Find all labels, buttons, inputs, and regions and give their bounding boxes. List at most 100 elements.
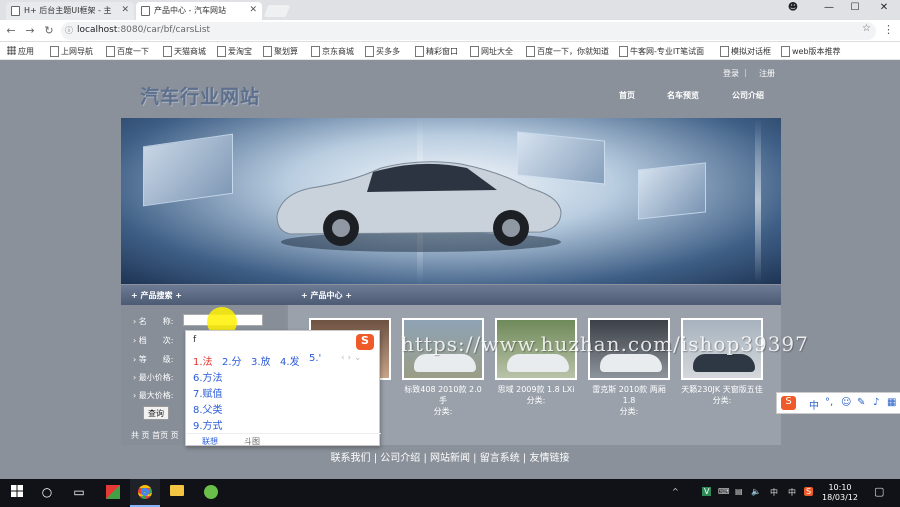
- bookmark-item[interactable]: 模拟对话框: [719, 46, 771, 57]
- url-host: localhost: [77, 25, 118, 35]
- app-leaf-icon[interactable]: [196, 479, 226, 507]
- chassis-panel: [143, 133, 233, 207]
- bookmark-item[interactable]: 网址大全: [469, 46, 513, 57]
- grade-label: › 档 次:: [133, 336, 174, 345]
- pen-icon[interactable]: ✎: [857, 397, 865, 408]
- keyboard-icon[interactable]: ⌨: [718, 487, 730, 496]
- input-language[interactable]: 中: [788, 487, 796, 498]
- menu-icon[interactable]: ⋮: [883, 23, 894, 36]
- chinese-mode-icon[interactable]: 中: [809, 397, 819, 412]
- ime-candidate[interactable]: 9.方式: [193, 417, 223, 432]
- ime-page-nav[interactable]: ‹ › ⌄: [341, 353, 361, 363]
- bookmark-star-icon[interactable]: ☆: [862, 23, 871, 34]
- back-icon[interactable]: ←: [4, 24, 18, 37]
- file-explorer-icon[interactable]: [162, 479, 192, 507]
- product-name[interactable]: 思域 2009款 1.8 LXi 分类:: [495, 384, 577, 406]
- system-clock[interactable]: 10:10 18/03/12: [820, 483, 860, 503]
- windows-start-icon[interactable]: [2, 479, 32, 507]
- info-icon[interactable]: ⓘ: [65, 25, 73, 36]
- sedan-car-image: [276, 161, 562, 252]
- nav-car-preview[interactable]: 名车预览: [667, 90, 699, 101]
- forward-icon[interactable]: →: [23, 24, 37, 37]
- sogou-icon[interactable]: S: [781, 396, 796, 410]
- bookmark-item[interactable]: 上网导航: [49, 46, 93, 57]
- bookmarks-bar: 应用 上网导航 百度一下 天猫商城 爱淘宝 聚划算 京东商城 买多多 精彩窗口 …: [0, 42, 900, 60]
- task-view-icon[interactable]: ▭: [64, 479, 94, 507]
- hero-banner: [121, 118, 781, 284]
- ime-candidate[interactable]: 4.发: [280, 353, 300, 368]
- bookmark-item[interactable]: 京东商城: [310, 46, 354, 57]
- clock-date: 18/03/12: [822, 493, 858, 502]
- account-icon[interactable]: ☻: [782, 2, 804, 13]
- level-label: › 等 级:: [133, 355, 174, 364]
- close-window-button[interactable]: ✕: [873, 2, 895, 13]
- maximize-button[interactable]: ☐: [844, 2, 866, 13]
- min-price-label: › 最小价格:: [133, 373, 174, 382]
- punctuation-icon[interactable]: °,: [825, 397, 833, 408]
- ime-candidate[interactable]: 8.父类: [193, 401, 223, 416]
- tray-chevron-icon[interactable]: ^: [672, 487, 679, 496]
- sogou-tray-icon[interactable]: S: [804, 487, 814, 496]
- site-logo[interactable]: 汽车行业网站: [140, 82, 260, 109]
- url-input[interactable]: ⓘ localhost:8080/car/bf/carsList: [61, 22, 876, 40]
- ime-candidate[interactable]: 2.分: [222, 353, 242, 368]
- bookmark-item[interactable]: 精彩窗口: [414, 46, 458, 57]
- product-name[interactable]: 天籁230JK 天窗版五佳 分类:: [681, 384, 763, 406]
- register-link[interactable]: 注册: [759, 68, 775, 79]
- separator: |: [744, 68, 747, 77]
- nav-company[interactable]: 公司介绍: [732, 90, 764, 101]
- ime-candidate[interactable]: 5.': [309, 353, 321, 364]
- new-tab-button[interactable]: [263, 5, 291, 17]
- page-icon: [11, 6, 20, 16]
- chrome-icon[interactable]: [130, 479, 160, 507]
- section-products-title: + 产品中心 +: [301, 291, 352, 300]
- ime-tab-suggest[interactable]: 联想: [202, 436, 218, 447]
- bookmark-item[interactable]: 聚划算: [262, 46, 298, 57]
- notification-icon[interactable]: ▢: [874, 485, 884, 498]
- page-icon: [141, 6, 150, 16]
- bookmark-item[interactable]: 百度一下，你就知道: [525, 46, 609, 57]
- section-search-title: + 产品搜索 +: [131, 291, 182, 300]
- app-icon[interactable]: [98, 479, 128, 507]
- close-icon[interactable]: ✕: [121, 5, 129, 15]
- reload-icon[interactable]: ↻: [42, 24, 56, 37]
- grid-icon[interactable]: ▦: [887, 397, 896, 408]
- close-icon[interactable]: ✕: [249, 5, 257, 15]
- tray-app-icon[interactable]: V: [702, 487, 712, 496]
- bookmark-item[interactable]: web版本推荐: [780, 46, 841, 57]
- volume-icon[interactable]: 🔈: [751, 487, 761, 496]
- ime-candidate-window: f S 1.法 2.分 3.放 4.发 5.' ‹ › ⌄ 6.方法 7.赋值 …: [185, 330, 381, 447]
- ime-indicator[interactable]: 中: [770, 487, 778, 498]
- bookmark-apps[interactable]: 应用: [6, 46, 34, 57]
- nav-home[interactable]: 首页: [619, 90, 635, 101]
- tab-h-plus[interactable]: H+ 后台主题UI框架 - 主 ✕: [6, 2, 134, 20]
- section-header-bar: + 产品搜索 + + 产品中心 +: [121, 285, 781, 305]
- ime-candidate[interactable]: 3.放: [251, 353, 271, 368]
- login-link[interactable]: 登录: [723, 68, 739, 79]
- pager[interactable]: 共 页 首页 页: [131, 430, 179, 441]
- clock-time: 10:10: [828, 483, 852, 492]
- search-button[interactable]: 查询: [143, 406, 169, 420]
- footer-links[interactable]: 联系我们 | 公司介绍 | 网站新闻 | 留言系统 | 友情链接: [0, 449, 900, 464]
- browser-tab-bar: H+ 后台主题UI框架 - 主 ✕ 产品中心 - 汽车网站 ✕ ☻ — ☐ ✕: [0, 0, 900, 20]
- ime-candidate[interactable]: 7.赋值: [193, 385, 223, 400]
- sogou-logo-icon: S: [356, 334, 374, 350]
- bookmark-item[interactable]: 百度一下: [105, 46, 149, 57]
- minimize-button[interactable]: —: [818, 2, 840, 13]
- tab-title: H+ 后台主题UI框架 - 主: [24, 6, 112, 15]
- bookmark-item[interactable]: 买多多: [364, 46, 400, 57]
- emoji-icon[interactable]: ☺: [841, 397, 851, 408]
- network-icon[interactable]: ▤: [735, 487, 743, 496]
- tab-product-center[interactable]: 产品中心 - 汽车网站 ✕: [136, 2, 262, 20]
- voice-icon[interactable]: ♪: [873, 397, 879, 408]
- bookmark-item[interactable]: 爱淘宝: [216, 46, 252, 57]
- ime-candidate[interactable]: 1.法: [193, 353, 213, 368]
- bookmark-item[interactable]: 牛客网-专业IT笔试面: [618, 46, 704, 57]
- search-icon[interactable]: ○: [32, 479, 62, 507]
- product-name[interactable]: 雷克斯 2010款 两厢 1.8 分类:: [588, 384, 670, 417]
- ime-tab-sticker[interactable]: 斗图: [244, 436, 260, 447]
- product-name[interactable]: 标致408 2010款 2.0 手 分类:: [402, 384, 484, 417]
- ime-candidate[interactable]: 6.方法: [193, 369, 223, 384]
- bookmark-item[interactable]: 天猫商城: [162, 46, 206, 57]
- address-toolbar: ← → ↻ ⓘ localhost:8080/car/bf/carsList ☆…: [0, 20, 900, 42]
